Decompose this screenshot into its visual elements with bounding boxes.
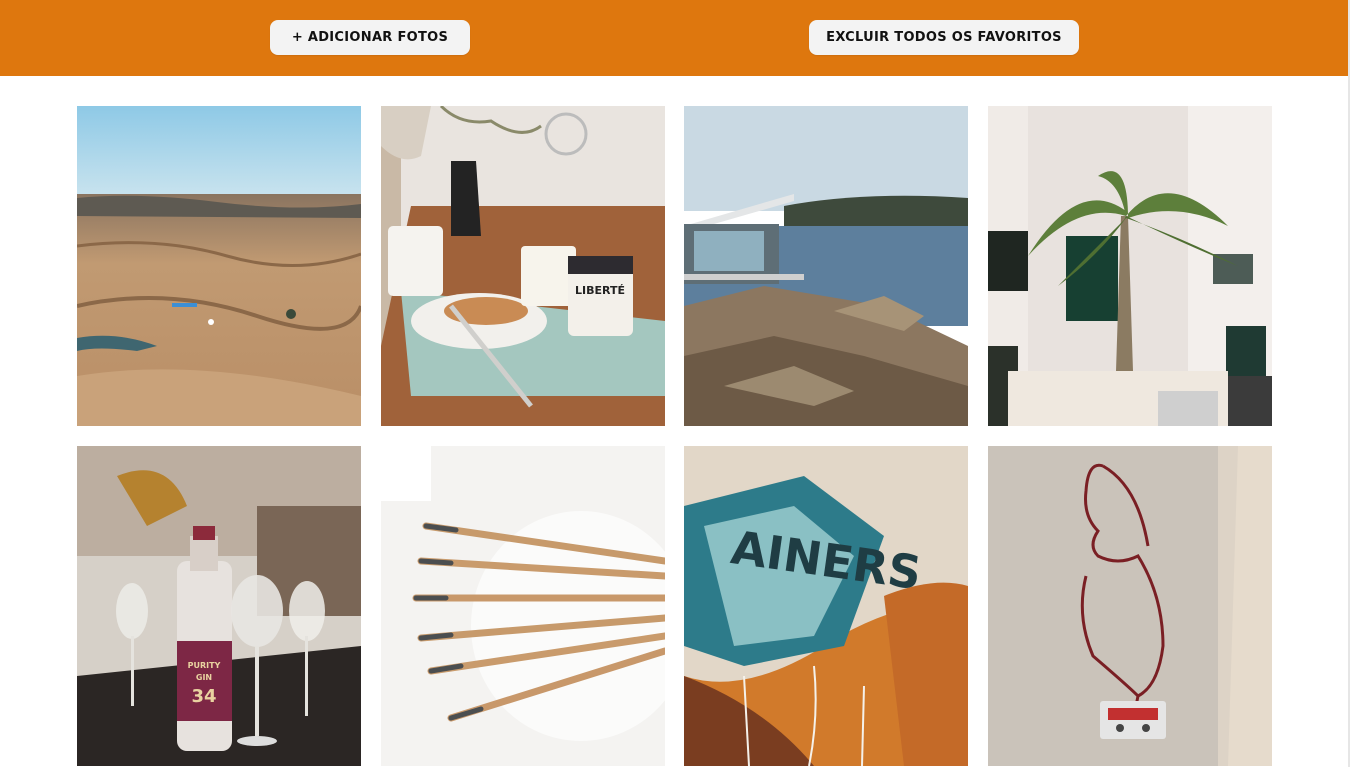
coast-photo [684,106,969,426]
svg-text:34: 34 [191,686,216,707]
photo-tile-desert[interactable] [77,106,361,426]
svg-text:LIBERTÉ: LIBERTÉ [575,284,625,297]
photo-tile-graffiti[interactable]: AINERS [684,446,969,766]
photo-tile-breakfast[interactable]: LIBERTÉ [380,106,665,426]
sculpture-photo [987,446,1272,766]
photo-grid: LIBERTÉ PURITY GIN 34 AINERS [77,106,1272,766]
breakfast-photo: LIBERTÉ [380,106,665,426]
top-toolbar [0,0,1348,76]
photo-tile-pencils[interactable] [380,446,665,766]
pencils-photo [380,446,665,766]
photo-tile-sculpture[interactable] [987,446,1272,766]
svg-text:PURITY: PURITY [188,661,221,670]
desert-photo [77,106,361,426]
clear-favorites-button[interactable]: EXCLUIR TODOS OS FAVORITOS [809,20,1079,55]
photo-tile-coast[interactable] [684,106,969,426]
palm-photo [987,106,1272,426]
graffiti-photo: AINERS [684,446,969,766]
bar-photo: PURITY GIN 34 [77,446,361,766]
add-photos-button[interactable]: + ADICIONAR FOTOS [270,20,470,55]
photo-tile-bar[interactable]: PURITY GIN 34 [77,446,361,766]
svg-text:GIN: GIN [196,673,212,682]
photo-tile-palm[interactable] [987,106,1272,426]
